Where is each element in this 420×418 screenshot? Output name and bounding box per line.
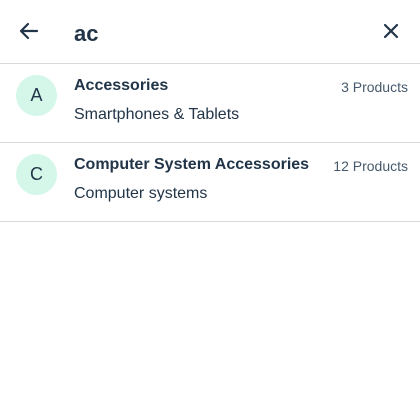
product-count: 3 Products: [341, 79, 408, 95]
item-title: Accessories: [74, 77, 169, 94]
back-button[interactable]: [14, 16, 44, 46]
avatar: C: [16, 154, 57, 195]
arrow-left-icon: [19, 22, 39, 40]
item-subtitle: Computer systems: [74, 185, 208, 202]
avatar: A: [16, 75, 57, 116]
search-results-list: A Accessories Smartphones & Tablets 3 Pr…: [0, 64, 420, 222]
close-icon: [383, 23, 399, 39]
list-item-computer-system-accessories[interactable]: C Computer System Accessories Computer s…: [0, 143, 420, 222]
item-subtitle: Smartphones & Tablets: [74, 106, 240, 123]
search-header: [0, 0, 420, 64]
product-count: 12 Products: [333, 158, 408, 174]
search-input[interactable]: [74, 18, 364, 50]
clear-search-button[interactable]: [376, 16, 406, 46]
list-item-accessories[interactable]: A Accessories Smartphones & Tablets 3 Pr…: [0, 64, 420, 143]
item-title: Computer System Accessories: [74, 156, 310, 173]
